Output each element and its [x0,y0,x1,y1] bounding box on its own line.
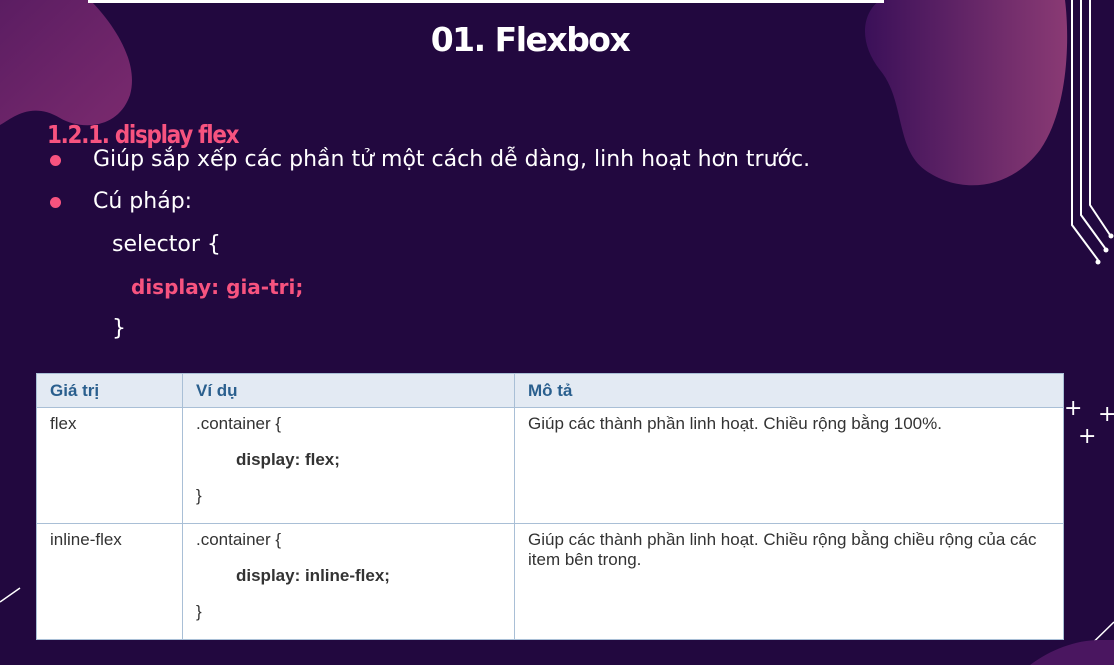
circuit-lines [1071,0,1111,261]
bullet-text: Giúp sắp xếp các phần tử một cách dễ dàn… [93,147,811,172]
cell-description: Giúp các thành phần linh hoạt. Chiều rộn… [514,523,1064,640]
column-header-description: Mô tả [514,373,1064,408]
cell-example: .container { display: inline-flex; } [182,523,515,640]
section-heading: 1.2.1. display flex [47,120,239,149]
example-declaration: display: flex; [236,450,340,469]
example-open: .container { [196,530,282,549]
plus-icon: + [1064,396,1083,421]
code-selector-open: selector { [112,232,221,257]
top-left-blob [0,0,132,126]
bullet-dot-icon [50,197,61,208]
column-header-example: Ví dụ [182,373,515,408]
table-row: inline-flex .container { display: inline… [36,523,1064,640]
example-close: } [196,602,202,621]
cell-description: Giúp các thành phần linh hoạt. Chiều rộn… [514,407,1064,524]
example-declaration: display: inline-flex; [236,566,390,585]
example-open: .container { [196,414,282,433]
top-divider-line [88,0,884,3]
example-close: } [196,486,202,505]
bullet-dot-icon [50,155,61,166]
slide-title: 01. Flexbox [430,20,631,59]
code-selector-close: } [112,316,126,341]
plus-icon: + [1098,402,1114,427]
cell-value: flex [36,407,183,524]
display-values-table: Giá trị Ví dụ Mô tả flex .container { di… [36,373,1064,640]
plus-icon: + [1078,424,1097,449]
left-diagonal-line [0,587,21,603]
cell-example: .container { display: flex; } [182,407,515,524]
bottom-right-blob [1030,640,1114,665]
bullet-text: Cú pháp: [93,189,193,214]
column-header-value: Giá trị [36,373,183,408]
cell-value: inline-flex [36,523,183,640]
table-header-row: Giá trị Ví dụ Mô tả [36,373,1064,408]
code-declaration: display: gia-tri; [131,275,304,299]
table-row: flex .container { display: flex; } Giúp … [36,407,1064,524]
